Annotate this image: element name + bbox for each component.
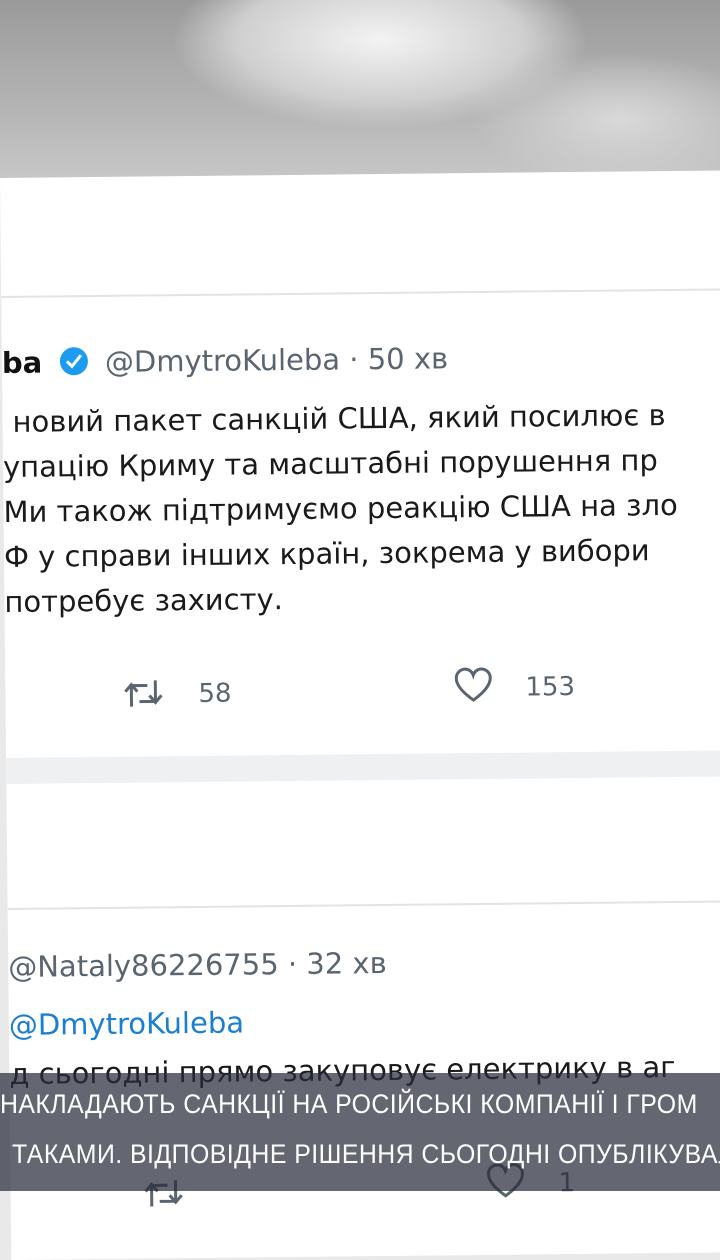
verified-badge-icon <box>59 347 89 376</box>
news-caption-bar: НАКЛАДАЮТЬ САНКЦІЇ НА РОСІЙСЬКІ КОМПАНІЇ… <box>0 1073 720 1191</box>
divider <box>7 900 720 910</box>
caption-line-1: НАКЛАДАЮТЬ САНКЦІЇ НА РОСІЙСЬКІ КОМПАНІЇ… <box>0 1089 698 1119</box>
like-heart-icon[interactable] <box>454 667 492 707</box>
tweet-text-line: Ми також підтримуємо реакцію США на зло <box>3 487 678 529</box>
tweet-handle-time[interactable]: @DmytroKuleba · 50 хв <box>105 341 449 379</box>
tweet-text-line: Ф у справи інших країн, зокрема у вибори <box>3 533 650 574</box>
background-photo <box>0 0 720 185</box>
tweet-text-line: потребує захисту. <box>4 582 284 619</box>
tweet-text-line: новий пакет санкцій США, який посилює в <box>12 398 666 439</box>
retweet-count: 58 <box>198 678 232 709</box>
tweet-text-line: упацію Криму та масштабні порушення пр <box>2 443 658 484</box>
divider <box>1 288 720 298</box>
caption-line-2: ТАКАМИ. ВІДПОВІДНЕ РІШЕННЯ СЬОГОДНІ ОПУБ… <box>12 1139 720 1169</box>
like-count: 153 <box>525 672 576 703</box>
reply-mention-link[interactable]: @DmytroKuleba <box>9 1005 245 1041</box>
tweet-separator <box>6 750 720 784</box>
reply-handle-time[interactable]: @Nataly86226755 · 32 хв <box>8 946 387 984</box>
tweet-username[interactable]: ba <box>2 346 43 380</box>
retweet-icon[interactable] <box>123 676 163 714</box>
